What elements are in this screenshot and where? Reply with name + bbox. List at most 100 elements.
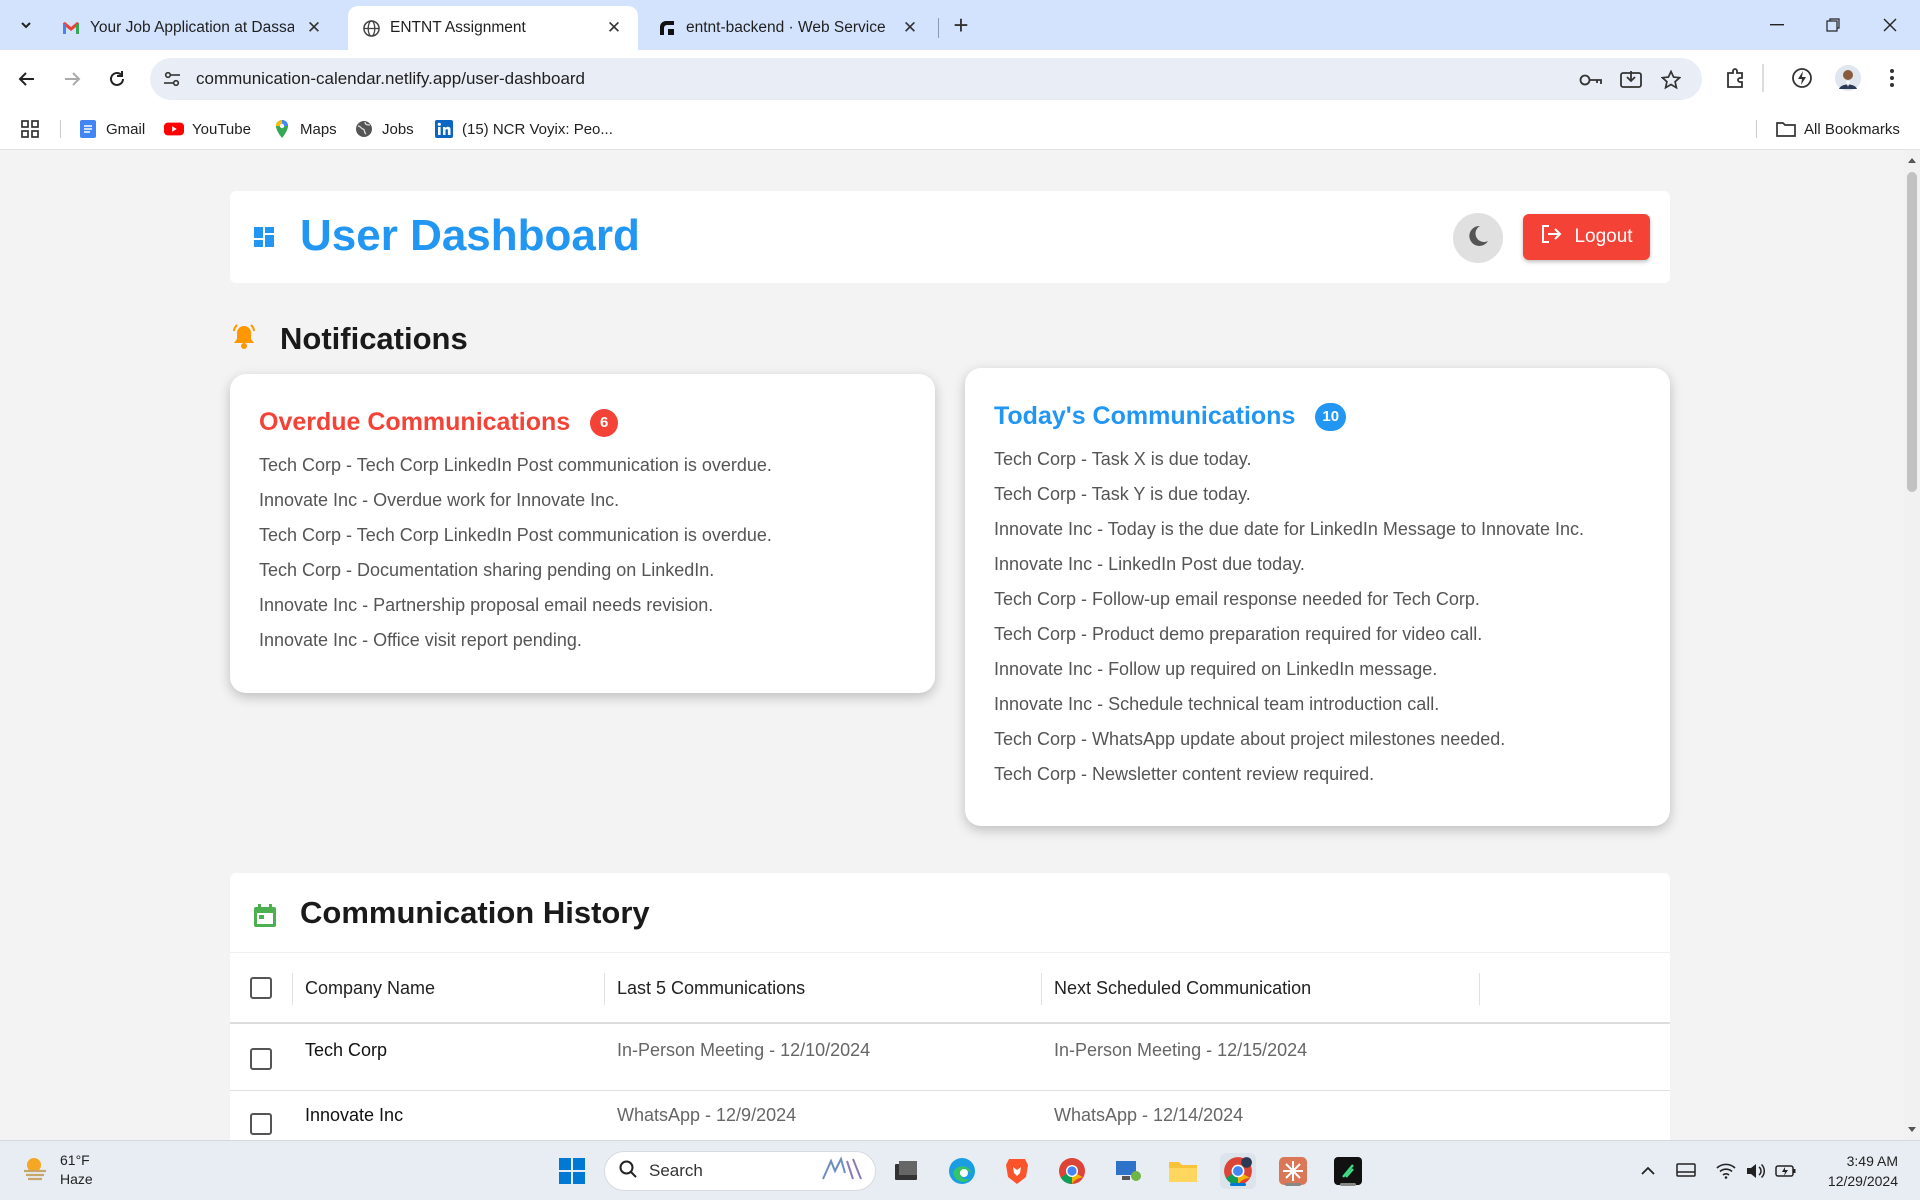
password-key-icon[interactable] bbox=[1578, 67, 1604, 93]
close-tab-icon[interactable]: ✕ bbox=[900, 18, 920, 38]
back-arrow-icon[interactable] bbox=[12, 64, 42, 94]
install-app-icon[interactable] bbox=[1618, 67, 1644, 93]
forward-arrow-icon[interactable] bbox=[57, 64, 87, 94]
performance-icon[interactable] bbox=[1788, 64, 1816, 92]
today-count-badge: 10 bbox=[1315, 402, 1347, 431]
running-indicator bbox=[1340, 1183, 1356, 1186]
calendar-icon bbox=[252, 903, 278, 929]
column-header-company[interactable]: Company Name bbox=[305, 978, 435, 999]
logout-label: Logout bbox=[1574, 226, 1633, 247]
column-header-next-scheduled[interactable]: Next Scheduled Communication bbox=[1054, 978, 1311, 999]
file-explorer-icon[interactable] bbox=[1165, 1153, 1201, 1189]
chrome-icon[interactable] bbox=[1054, 1153, 1090, 1189]
battery-charging-icon[interactable] bbox=[1774, 1159, 1798, 1183]
theme-toggle-button[interactable] bbox=[1453, 213, 1503, 263]
moon-icon bbox=[1466, 224, 1490, 253]
bell-icon bbox=[230, 323, 258, 356]
logout-button[interactable]: Logout bbox=[1523, 214, 1650, 260]
communication-history-section: Communication History Company Name Last … bbox=[230, 873, 1670, 1140]
chrome-active-icon[interactable] bbox=[1220, 1153, 1256, 1189]
weather-widget[interactable]: 61°F Haze bbox=[20, 1151, 93, 1189]
apps-grid-icon[interactable] bbox=[20, 116, 40, 142]
tab-search-chevron-icon[interactable] bbox=[14, 13, 38, 37]
claude-app-icon[interactable] bbox=[1275, 1153, 1311, 1189]
overdue-item: Tech Corp - Tech Corp LinkedIn Post comm… bbox=[259, 455, 772, 475]
profile-avatar-icon[interactable] bbox=[1834, 64, 1862, 92]
history-title: Communication History bbox=[300, 895, 650, 930]
today-item: Innovate Inc - LinkedIn Post due today. bbox=[994, 554, 1305, 574]
scrollbar-thumb[interactable] bbox=[1907, 172, 1917, 492]
tab-entnt-assignment[interactable]: ENTNT Assignment ✕ bbox=[348, 6, 638, 50]
select-all-checkbox[interactable] bbox=[250, 977, 272, 999]
close-tab-icon[interactable]: ✕ bbox=[304, 18, 324, 38]
tab-separator bbox=[938, 18, 939, 38]
windows-start-icon[interactable] bbox=[554, 1153, 590, 1189]
wifi-icon[interactable] bbox=[1714, 1159, 1738, 1183]
terminal-app-icon[interactable] bbox=[1330, 1153, 1366, 1189]
page-title: User Dashboard bbox=[300, 211, 640, 260]
browser-menu-icon[interactable] bbox=[1878, 64, 1906, 92]
show-hidden-icons-chevron-icon[interactable] bbox=[1636, 1159, 1660, 1183]
browser-tab-bar: Your Job Application at Dassault ✕ ENTNT… bbox=[0, 0, 1920, 50]
tab-gmail[interactable]: Your Job Application at Dassault ✕ bbox=[48, 6, 338, 50]
reload-icon[interactable] bbox=[102, 64, 132, 94]
close-tab-icon[interactable]: ✕ bbox=[604, 18, 624, 38]
maps-icon bbox=[272, 119, 292, 139]
globe-icon bbox=[362, 19, 380, 37]
next-scheduled-cell: WhatsApp - 12/14/2024 bbox=[1054, 1105, 1244, 1125]
volume-icon[interactable] bbox=[1744, 1159, 1768, 1183]
restore-icon[interactable] bbox=[1818, 10, 1848, 40]
overdue-item: Innovate Inc - Partnership proposal emai… bbox=[259, 595, 714, 615]
address-bar[interactable]: communication-calendar.netlify.app/user-… bbox=[150, 58, 1702, 100]
task-view-icon[interactable] bbox=[888, 1153, 924, 1189]
last-communications-cell: WhatsApp - 12/9/2024 bbox=[617, 1105, 797, 1125]
remote-desktop-icon[interactable] bbox=[1110, 1153, 1146, 1189]
today-item: Innovate Inc - Follow up required on Lin… bbox=[994, 659, 1438, 679]
new-tab-button[interactable]: + bbox=[948, 12, 974, 38]
column-header-last-communications[interactable]: Last 5 Communications bbox=[617, 978, 805, 999]
edge-browser-icon[interactable] bbox=[944, 1153, 980, 1189]
minimize-icon[interactable] bbox=[1762, 10, 1792, 40]
url-text[interactable]: communication-calendar.netlify.app/user-… bbox=[196, 69, 585, 89]
close-window-icon[interactable] bbox=[1875, 10, 1905, 40]
last-communications-cell: In-Person Meeting - 12/10/2024 bbox=[617, 1040, 871, 1060]
tab-title: Your Job Application at Dassault bbox=[90, 19, 294, 36]
weather-temperature: 61°F bbox=[60, 1152, 90, 1168]
today-title: Today's Communications bbox=[994, 402, 1296, 430]
bookmark-maps[interactable]: Maps bbox=[272, 116, 337, 142]
today-card-header: Today's Communications 10 bbox=[994, 402, 1347, 431]
all-bookmarks-button[interactable]: All Bookmarks bbox=[1776, 116, 1900, 142]
extensions-icon[interactable] bbox=[1722, 64, 1750, 92]
today-list: Tech Corp - Task X is due today. Tech Co… bbox=[994, 448, 1584, 798]
todays-communications-card: Today's Communications 10 Tech Corp - Ta… bbox=[965, 368, 1670, 826]
taskbar-clock[interactable]: 3:49 AM 12/29/2024 bbox=[1816, 1151, 1898, 1191]
row-checkbox[interactable] bbox=[250, 1113, 272, 1135]
display-icon[interactable] bbox=[1674, 1159, 1698, 1183]
weather-condition: Haze bbox=[60, 1171, 93, 1187]
bookmark-youtube[interactable]: YouTube bbox=[164, 116, 251, 142]
tab-entnt-backend[interactable]: entnt-backend · Web Service ✕ bbox=[644, 6, 934, 50]
bookmark-star-icon[interactable] bbox=[1658, 67, 1684, 93]
row-checkbox[interactable] bbox=[250, 1048, 272, 1070]
bookmark-linkedin[interactable]: (15) NCR Voyix: Peo... bbox=[434, 116, 613, 142]
page-scrollbar[interactable] bbox=[1904, 150, 1920, 1140]
taskbar-search-input[interactable]: Search bbox=[604, 1151, 876, 1191]
column-separator bbox=[292, 973, 293, 1005]
overdue-list: Tech Corp - Tech Corp LinkedIn Post comm… bbox=[259, 454, 772, 664]
table-header: Company Name Last 5 Communications Next … bbox=[230, 952, 1670, 1024]
table-row[interactable]: Tech Corp In-Person Meeting - 12/10/2024… bbox=[230, 1026, 1670, 1091]
scroll-up-arrow-icon[interactable] bbox=[1908, 158, 1916, 163]
bookmark-divider bbox=[60, 120, 61, 138]
toolbar-divider bbox=[1762, 64, 1764, 92]
bookmark-label: (15) NCR Voyix: Peo... bbox=[462, 120, 613, 138]
table-row[interactable]: Innovate Inc WhatsApp - 12/9/2024 WhatsA… bbox=[230, 1091, 1670, 1140]
site-info-icon[interactable] bbox=[160, 67, 184, 91]
scroll-down-arrow-icon[interactable] bbox=[1908, 1127, 1916, 1132]
company-name-cell: Tech Corp bbox=[305, 1040, 388, 1060]
windows-taskbar: 61°F Haze Search 3:49 AM 12/29/2024 bbox=[0, 1140, 1920, 1200]
tab-title: entnt-backend · Web Service bbox=[686, 19, 886, 36]
brave-browser-icon[interactable] bbox=[999, 1153, 1035, 1189]
bookmark-gmail[interactable]: Gmail bbox=[78, 116, 145, 142]
bookmark-jobs[interactable]: Jobs bbox=[354, 116, 414, 142]
gmail-icon bbox=[62, 19, 80, 37]
